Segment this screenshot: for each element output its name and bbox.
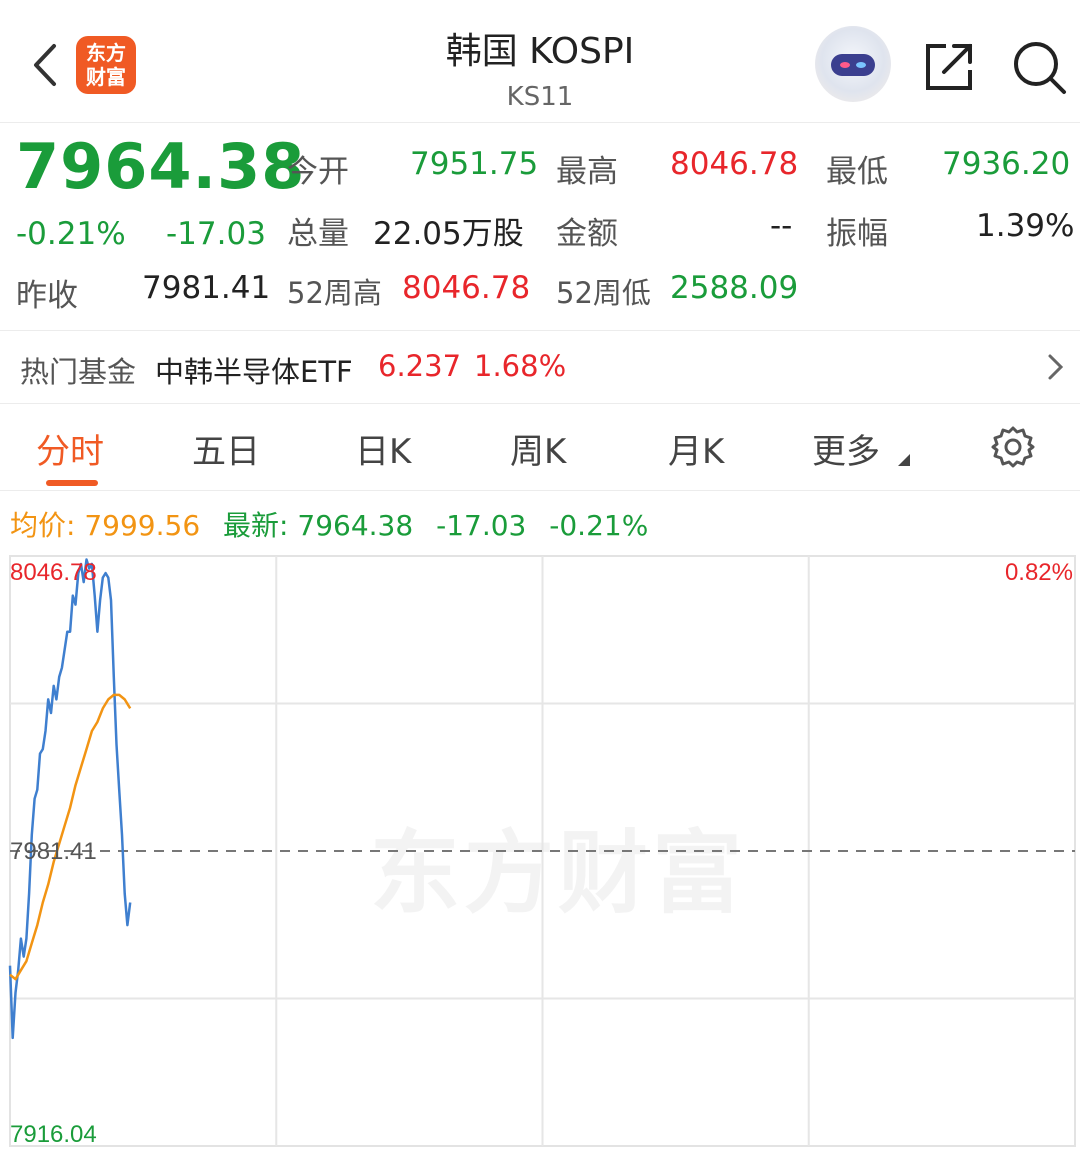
avg-price-value: 7999.56 — [84, 509, 201, 542]
low-value: 7936.20 — [942, 146, 1071, 182]
w52-low-label: 52周低 — [556, 276, 651, 310]
chart-tabs: 分时 五日 日K 周K 月K 更多 — [0, 404, 1080, 491]
latest-price-value: 7964.38 — [297, 509, 414, 542]
prev-close-value: 7981.41 — [142, 270, 271, 306]
low-label: 最低 — [826, 154, 888, 190]
chart-legend: 均价: 7999.56 最新: 7964.38 -17.03 -0.21% — [10, 504, 648, 544]
app-logo: 东方 财富 — [76, 36, 136, 94]
tab-five-day[interactable]: 五日 — [192, 424, 260, 473]
intraday-chart: 8046.78 0.82% 7981.41 7916.04 — [8, 555, 1076, 1148]
amount-label: 金额 — [556, 216, 618, 252]
hot-fund-label: 热门基金 — [20, 355, 137, 389]
hot-fund-price: 6.237 — [378, 349, 462, 383]
open-label: 今开 — [287, 154, 349, 190]
tab-daily-k[interactable]: 日K — [355, 424, 411, 473]
latest-change: -17.03 — [436, 509, 527, 542]
hot-fund-name: 中韩半导体ETF — [155, 355, 353, 389]
w52-low-value: 2588.09 — [670, 270, 799, 306]
amplitude-label: 振幅 — [826, 216, 888, 252]
change-percent: -0.21% — [16, 216, 126, 252]
hot-fund-row[interactable]: 热门基金 中韩半导体ETF 6.237 1.68% — [0, 330, 1080, 404]
top-bar: 东方 财富 韩国 KOSPI KS11 — [0, 0, 1080, 123]
more-dropdown-icon — [898, 454, 910, 466]
high-label: 最高 — [556, 154, 618, 190]
logo-text-bottom: 财富 — [86, 65, 126, 89]
pct-max-label: 0.82% — [1005, 559, 1073, 586]
y-min-label: 7916.04 — [10, 1121, 97, 1148]
amount-value: -- — [770, 208, 793, 244]
latest-change-percent: -0.21% — [549, 509, 649, 542]
high-value: 8046.78 — [670, 146, 799, 182]
change-value: -17.03 — [166, 216, 266, 252]
w52-high-label: 52周高 — [287, 276, 382, 310]
price-line — [8, 558, 132, 1040]
volume-label: 总量 — [287, 216, 349, 252]
y-max-label: 8046.78 — [10, 559, 97, 586]
y-reference-label: 7981.41 — [10, 838, 97, 865]
logo-text-top: 东方 — [86, 41, 126, 65]
tab-more[interactable]: 更多 — [812, 424, 880, 473]
volume-value: 22.05万股 — [373, 216, 524, 252]
settings-gear-icon[interactable] — [990, 424, 1036, 470]
chart-lines — [8, 558, 132, 1040]
chart-grid — [9, 555, 1076, 1147]
active-tab-indicator — [46, 480, 98, 486]
tab-intraday[interactable]: 分时 — [36, 424, 104, 473]
avg-price-label: 均价: — [10, 509, 76, 542]
back-arrow-icon[interactable] — [26, 40, 66, 90]
share-icon[interactable] — [922, 38, 978, 94]
tab-monthly-k[interactable]: 月K — [668, 424, 724, 473]
prev-close-label: 昨收 — [16, 278, 78, 314]
open-value: 7951.75 — [410, 146, 539, 182]
page-title: 韩国 KOSPI — [445, 31, 635, 72]
latest-price-label: 最新: — [223, 509, 289, 542]
hot-fund-percent: 1.68% — [474, 349, 567, 383]
stock-code: KS11 — [506, 82, 574, 112]
chevron-right-icon — [1048, 354, 1064, 380]
ai-assistant-icon[interactable] — [815, 26, 891, 102]
tab-weekly-k[interactable]: 周K — [510, 424, 566, 473]
w52-high-value: 8046.78 — [402, 270, 531, 306]
search-icon[interactable] — [1010, 38, 1068, 96]
amplitude-value: 1.39% — [976, 208, 1075, 244]
current-price: 7964.38 — [16, 130, 306, 203]
